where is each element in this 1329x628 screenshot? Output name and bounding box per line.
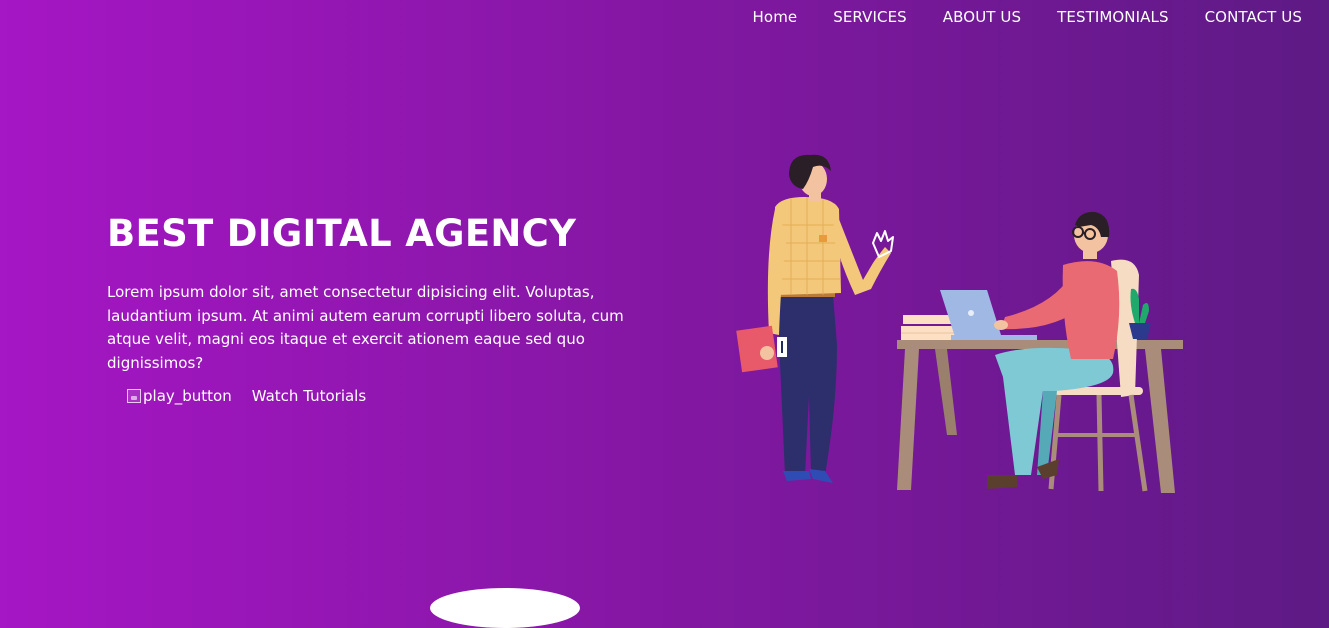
play-button-broken-image[interactable]: play_button <box>127 387 232 405</box>
standing-man-figure <box>736 154 894 483</box>
nav-home[interactable]: Home <box>753 8 798 26</box>
watch-tutorials-link[interactable]: Watch Tutorials <box>252 387 366 405</box>
hero-title: BEST DIGITAL AGENCY <box>107 212 577 255</box>
nav-testimonials[interactable]: TESTIMONIALS <box>1057 8 1168 26</box>
office-team-illustration <box>736 154 1183 493</box>
nav-contact-us[interactable]: CONTACT US <box>1205 8 1302 26</box>
main-nav: Home SERVICES ABOUT US TESTIMONIALS CONT… <box>717 0 1329 34</box>
broken-image-icon <box>127 389 141 403</box>
bottom-wave-shape <box>430 588 580 628</box>
play-button-alt-text: play_button <box>143 387 232 405</box>
nav-services[interactable]: SERVICES <box>833 8 907 26</box>
cta-row: play_button Watch Tutorials <box>127 387 366 405</box>
hero-description: Lorem ipsum dolor sit, amet consectetur … <box>107 283 624 372</box>
nav-about-us[interactable]: ABOUT US <box>943 8 1021 26</box>
page: { "nav": { "items": [ {"label": "Home"},… <box>0 0 1329 628</box>
